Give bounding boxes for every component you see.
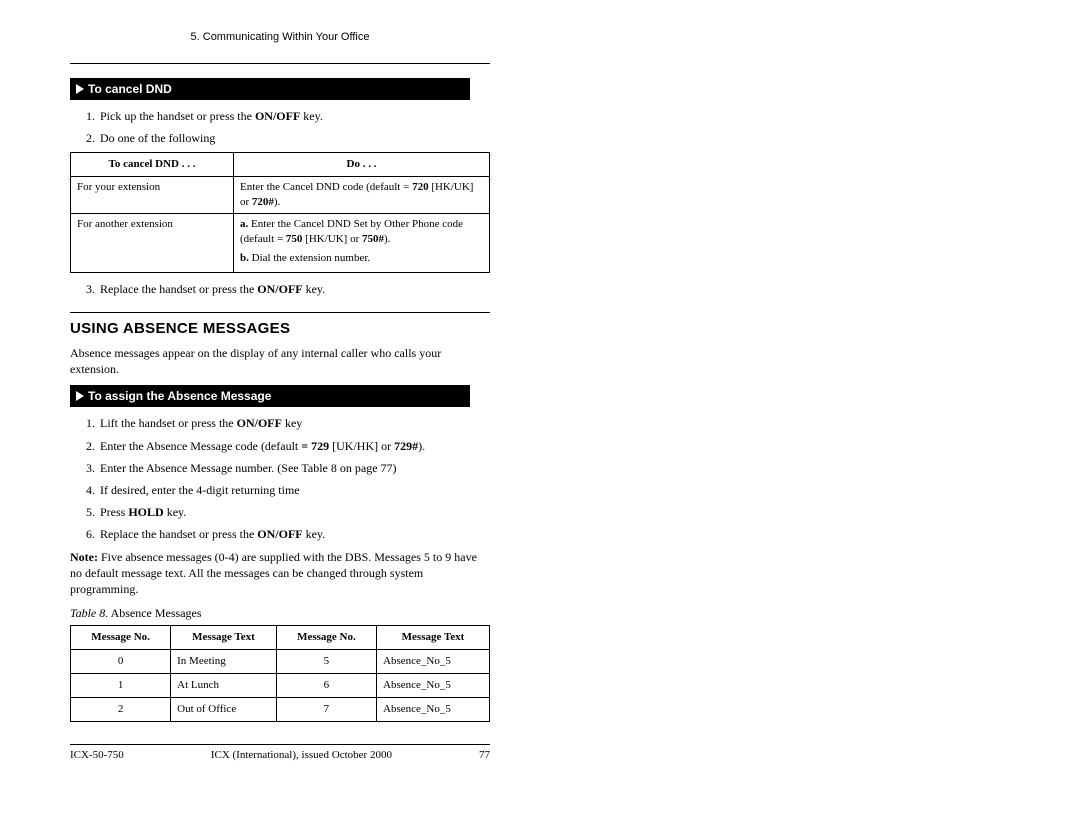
table-header: Message Text <box>171 626 277 650</box>
table-row: 2 Out of Office 7 Absence_No_5 <box>71 697 490 721</box>
absence-messages-table: Message No. Message Text Message No. Mes… <box>70 625 490 721</box>
arrow-icon <box>76 391 84 401</box>
table-header: Message Text <box>377 626 490 650</box>
procedure-title: To assign the Absence Message <box>88 389 271 403</box>
step: If desired, enter the 4-digit returning … <box>98 482 490 498</box>
footer-doc-id: ICX-50-750 <box>70 748 124 763</box>
step: Lift the handset or press the ON/OFF key <box>98 415 490 431</box>
chapter-header: 5. Communicating Within Your Office <box>70 30 490 45</box>
table-header: Message No. <box>71 626 171 650</box>
section-heading-absence: USING ABSENCE MESSAGES <box>70 319 490 339</box>
table-cell: Enter the Cancel DND code (default = 720… <box>234 177 490 214</box>
procedure-bar-assign-absence: To assign the Absence Message <box>70 385 470 407</box>
footer-page: 77 <box>479 748 490 763</box>
cancel-dnd-steps: Pick up the handset or press the ON/OFF … <box>84 108 490 146</box>
step: Do one of the following <box>98 130 490 146</box>
table-cell: For your extension <box>71 177 234 214</box>
arrow-icon <box>76 84 84 94</box>
table-header: Message No. <box>276 626 376 650</box>
note-paragraph: Note: Five absence messages (0-4) are su… <box>70 549 490 598</box>
document-page: 5. Communicating Within Your Office To c… <box>70 30 490 763</box>
section-rule <box>70 312 490 313</box>
step: Enter the Absence Message number. (See T… <box>98 460 490 476</box>
procedure-title: To cancel DND <box>88 82 172 96</box>
table-cell: a. Enter the Cancel DND Set by Other Pho… <box>234 213 490 273</box>
table-header: To cancel DND . . . <box>71 153 234 177</box>
section-intro: Absence messages appear on the display o… <box>70 345 490 377</box>
assign-absence-steps: Lift the handset or press the ON/OFF key… <box>84 415 490 542</box>
table-cell: For another extension <box>71 213 234 273</box>
step: Replace the handset or press the ON/OFF … <box>98 281 490 297</box>
step: Enter the Absence Message code (default … <box>98 438 490 454</box>
cancel-dnd-table: To cancel DND . . . Do . . . For your ex… <box>70 152 490 273</box>
step: Pick up the handset or press the ON/OFF … <box>98 108 490 124</box>
footer-issue: ICX (International), issued October 2000 <box>211 748 392 763</box>
step: Replace the handset or press the ON/OFF … <box>98 526 490 542</box>
page-footer: ICX-50-750 ICX (International), issued O… <box>70 748 490 763</box>
table-row: 1 At Lunch 6 Absence_No_5 <box>71 674 490 698</box>
chapter-rule <box>70 63 490 64</box>
step: Press HOLD key. <box>98 504 490 520</box>
table-caption: Table 8. Absence Messages <box>70 605 490 621</box>
table-row: 0 In Meeting 5 Absence_No_5 <box>71 650 490 674</box>
footer-rule <box>70 744 490 745</box>
procedure-bar-cancel-dnd: To cancel DND <box>70 78 470 100</box>
table-header: Do . . . <box>234 153 490 177</box>
cancel-dnd-steps-cont: Replace the handset or press the ON/OFF … <box>84 281 490 297</box>
